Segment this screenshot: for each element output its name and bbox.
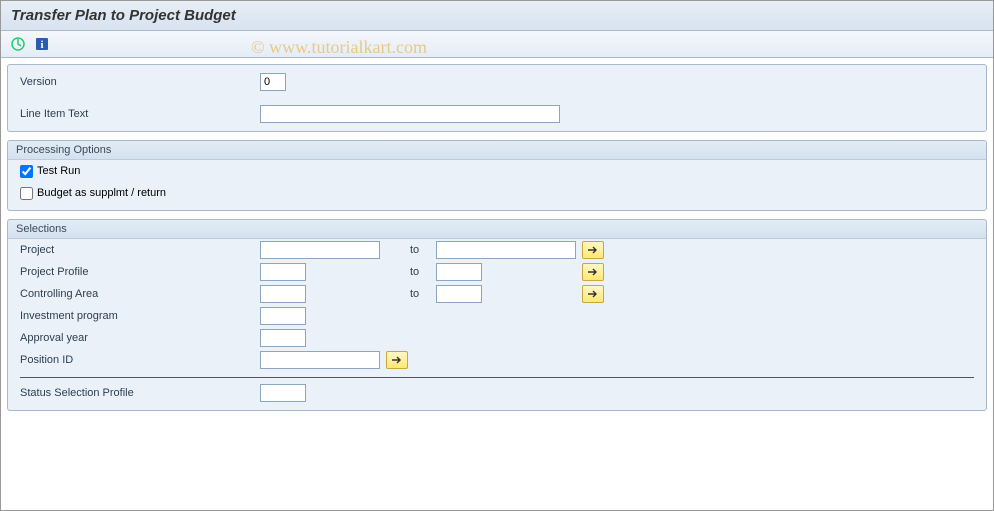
budget-supplmt-checkbox[interactable] [20, 187, 33, 200]
position-id-multi-select-button[interactable] [386, 351, 408, 369]
approval-year-label: Approval year [20, 332, 260, 344]
investment-program-input[interactable] [260, 307, 306, 325]
processing-options-title: Processing Options [8, 141, 986, 160]
project-from-input[interactable] [260, 241, 380, 259]
page-title: Transfer Plan to Project Budget [1, 1, 993, 31]
project-profile-from-input[interactable] [260, 263, 306, 281]
test-run-checkbox[interactable] [20, 165, 33, 178]
selection-row-project: Project to [8, 239, 986, 261]
execute-icon[interactable] [9, 35, 27, 53]
processing-options-group: Processing Options Test Run Budget as su… [7, 140, 987, 211]
arrow-right-icon [587, 245, 599, 255]
divider [20, 377, 974, 378]
project-profile-multi-select-button[interactable] [582, 263, 604, 281]
budget-supplmt-label: Budget as supplmt / return [37, 187, 166, 199]
budget-supplmt-checkbox-wrap[interactable]: Budget as supplmt / return [20, 187, 166, 200]
version-label: Version [20, 76, 260, 88]
approval-year-input[interactable] [260, 329, 306, 347]
arrow-right-icon [587, 289, 599, 299]
project-to-label: to [404, 244, 436, 256]
controlling-area-from-input[interactable] [260, 285, 306, 303]
svg-text:i: i [40, 39, 43, 51]
arrow-right-icon [587, 267, 599, 277]
selection-row-controlling-area: Controlling Area to [8, 283, 986, 305]
selection-row-position-id: Position ID [8, 349, 986, 371]
top-group: Version Line Item Text [7, 64, 987, 132]
investment-program-label: Investment program [20, 310, 260, 322]
controlling-area-to-input[interactable] [436, 285, 482, 303]
selections-group: Selections Project to Project Profile to [7, 219, 987, 411]
project-profile-label: Project Profile [20, 266, 260, 278]
project-multi-select-button[interactable] [582, 241, 604, 259]
selections-title: Selections [8, 220, 986, 239]
controlling-area-multi-select-button[interactable] [582, 285, 604, 303]
toolbar: i [1, 31, 993, 58]
controlling-area-label: Controlling Area [20, 288, 260, 300]
selection-row-project-profile: Project Profile to [8, 261, 986, 283]
position-id-label: Position ID [20, 354, 260, 366]
line-item-text-input[interactable] [260, 105, 560, 123]
selection-row-approval-year: Approval year [8, 327, 986, 349]
selection-row-status-profile: Status Selection Profile [8, 382, 986, 404]
selection-row-investment-program: Investment program [8, 305, 986, 327]
test-run-label: Test Run [37, 165, 80, 177]
project-to-input[interactable] [436, 241, 576, 259]
version-input[interactable] [260, 73, 286, 91]
project-profile-to-input[interactable] [436, 263, 482, 281]
info-icon[interactable]: i [33, 35, 51, 53]
test-run-checkbox-wrap[interactable]: Test Run [20, 165, 80, 178]
position-id-input[interactable] [260, 351, 380, 369]
controlling-area-to-label: to [404, 288, 436, 300]
status-profile-input[interactable] [260, 384, 306, 402]
project-profile-to-label: to [404, 266, 436, 278]
line-item-text-label: Line Item Text [20, 108, 260, 120]
project-label: Project [20, 244, 260, 256]
status-profile-label: Status Selection Profile [20, 387, 260, 399]
arrow-right-icon [391, 355, 403, 365]
